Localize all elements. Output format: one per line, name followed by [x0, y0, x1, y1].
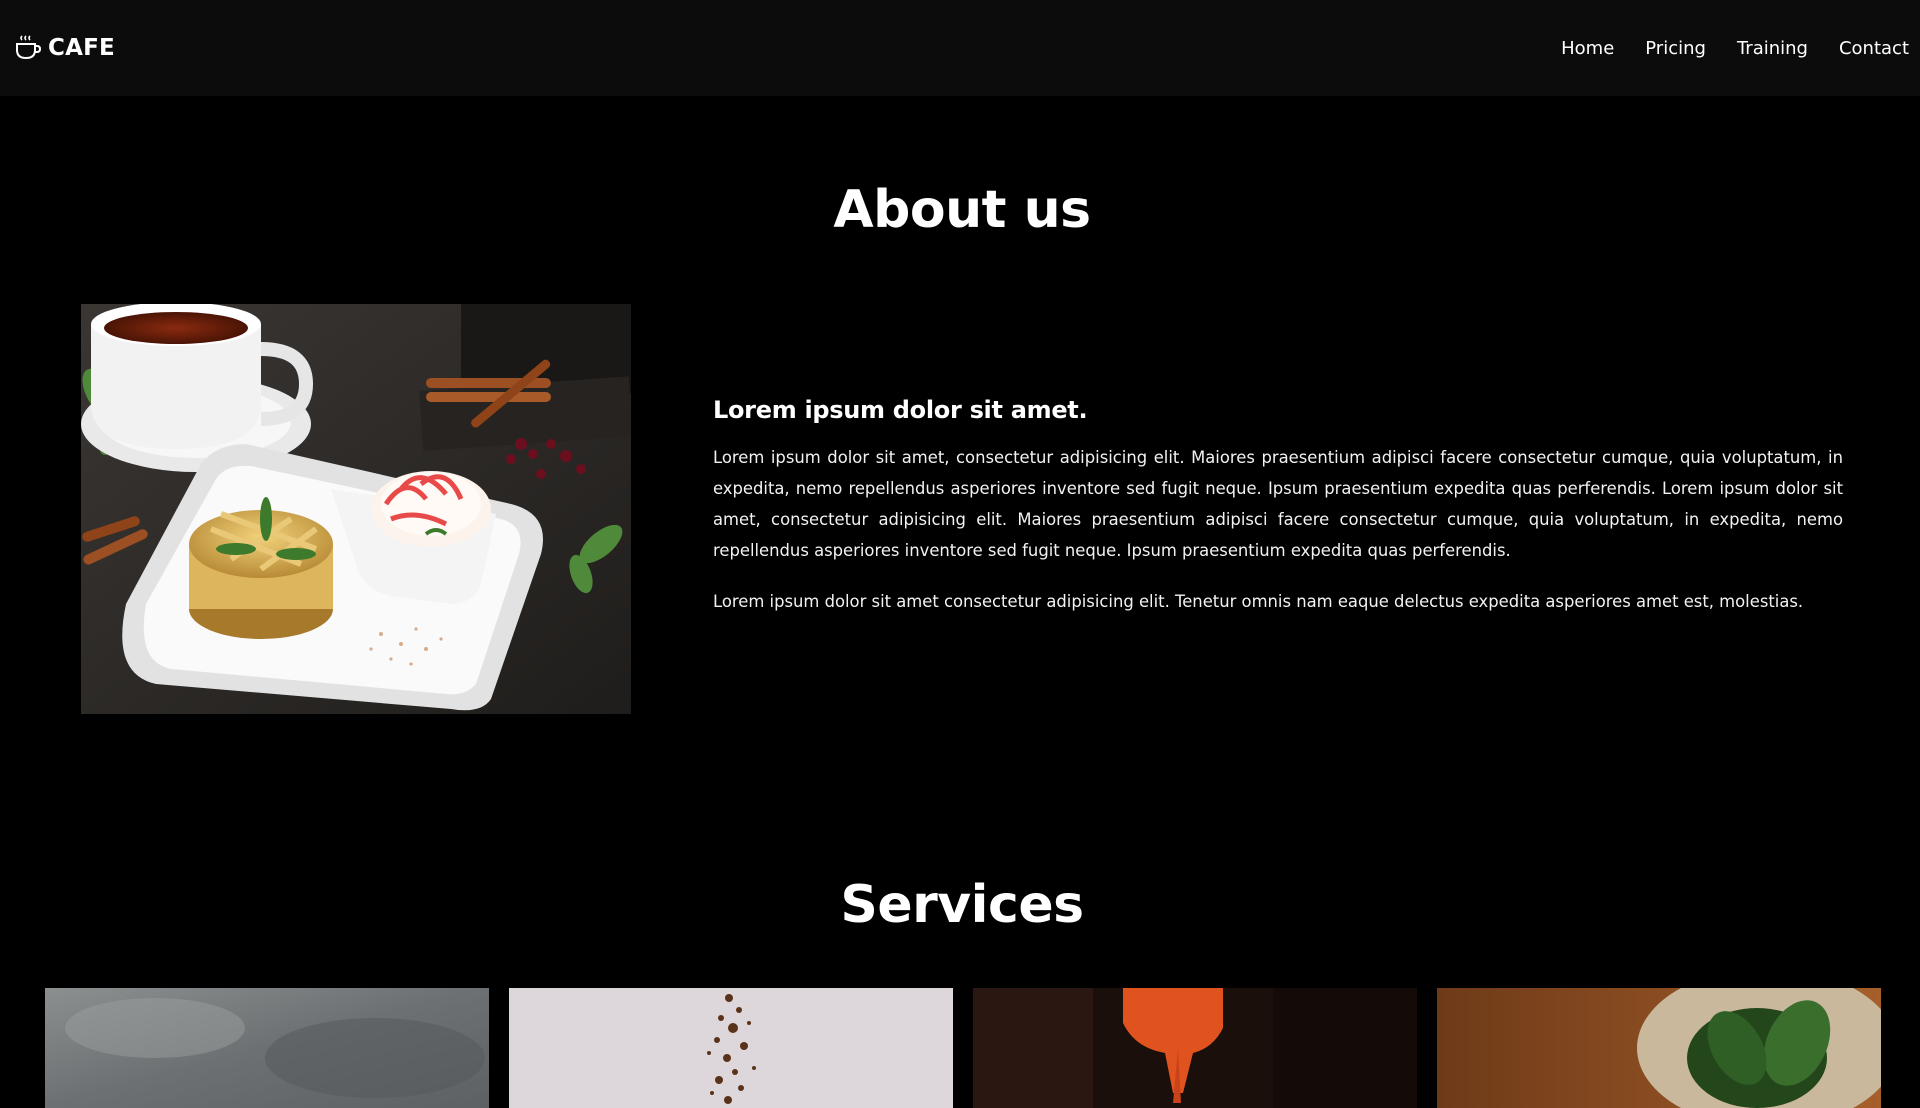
services-title: Services: [840, 875, 1084, 935]
coffee-cup-icon: [16, 35, 42, 60]
about-title: About us: [833, 180, 1091, 240]
service-card-1[interactable]: [45, 988, 489, 1108]
service-card-3[interactable]: [973, 988, 1417, 1108]
service-card-2[interactable]: [509, 988, 953, 1108]
navbar: CAFE Home Pricing Training Contact: [0, 0, 1920, 96]
nav-link-home[interactable]: Home: [1561, 38, 1614, 59]
nav-link-pricing[interactable]: Pricing: [1645, 38, 1706, 59]
brand-logo[interactable]: CAFE: [14, 34, 115, 62]
nav-menu: Home Pricing Training Contact: [1561, 38, 1909, 59]
about-paragraph-2: Lorem ipsum dolor sit amet consectetur a…: [713, 592, 1804, 611]
nav-link-training[interactable]: Training: [1737, 38, 1808, 59]
brand-name: CAFE: [48, 35, 115, 61]
dessert-plate-image: [81, 304, 631, 714]
about-paragraph-1: Lorem ipsum dolor sit amet, consectetur …: [713, 448, 1843, 560]
service-card-4[interactable]: [1437, 988, 1881, 1108]
nav-link-contact[interactable]: Contact: [1839, 38, 1909, 59]
about-heading: Lorem ipsum dolor sit amet.: [713, 396, 1088, 424]
about-content: Lorem ipsum dolor sit amet. Lorem ipsum …: [713, 396, 1843, 617]
